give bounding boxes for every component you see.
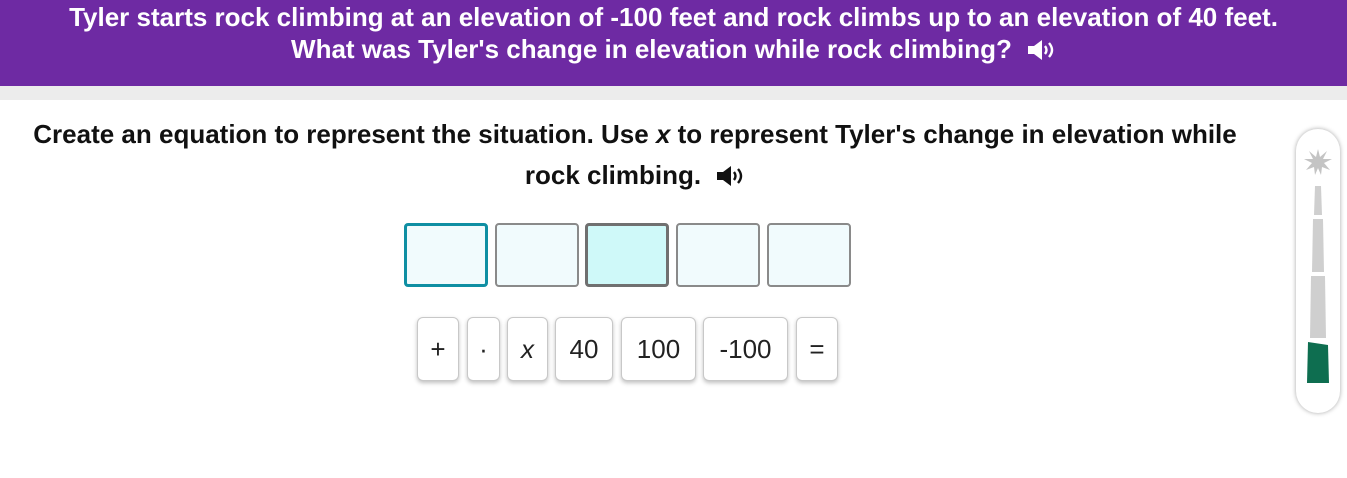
question-line-2: What was Tyler's change in elevation whi… [0,33,1347,66]
meter-segment-3 [1312,219,1324,272]
meter-segment-4 [1314,186,1322,215]
progress-meter [1296,129,1340,413]
answer-slot-4[interactable] [676,223,760,287]
instruction-variable: x [655,119,671,149]
meter-segment-2 [1310,276,1326,338]
answer-slot-2[interactable] [495,223,579,287]
answer-slot-1[interactable] [404,223,488,287]
instruction-part-1: Create an equation to represent the situ… [33,119,656,149]
instruction-part-2: to represent Tyler's change in elevation… [670,119,1237,149]
answer-slot-3[interactable] [585,223,669,287]
starburst-icon [1304,149,1332,175]
question-line-2-text: What was Tyler's change in elevation whi… [291,34,1012,64]
tile-x[interactable]: x [507,317,548,381]
banner-divider [0,86,1347,100]
speaker-icon[interactable] [1026,39,1056,61]
tile-plus[interactable]: + [417,317,459,381]
speaker-icon[interactable] [715,165,745,187]
instruction-part-3: rock climbing. [524,160,702,190]
progress-meter-graphic [1304,149,1332,383]
meter-segment-1 [1307,342,1329,383]
tile-100[interactable]: 100 [621,317,696,381]
tile-40[interactable]: 40 [555,317,613,381]
instruction-line-1: Create an equation to represent the situ… [0,114,1270,155]
instruction-line-2: rock climbing. [0,155,1270,196]
tile-neg-100[interactable]: -100 [703,317,788,381]
tile-equals[interactable]: = [796,317,838,381]
question-banner: Tyler starts rock climbing at an elevati… [0,0,1347,86]
answer-slot-5[interactable] [767,223,851,287]
question-line-1: Tyler starts rock climbing at an elevati… [69,2,1278,32]
instruction-text: Create an equation to represent the situ… [0,114,1270,196]
tile-dot[interactable]: · [467,317,500,381]
